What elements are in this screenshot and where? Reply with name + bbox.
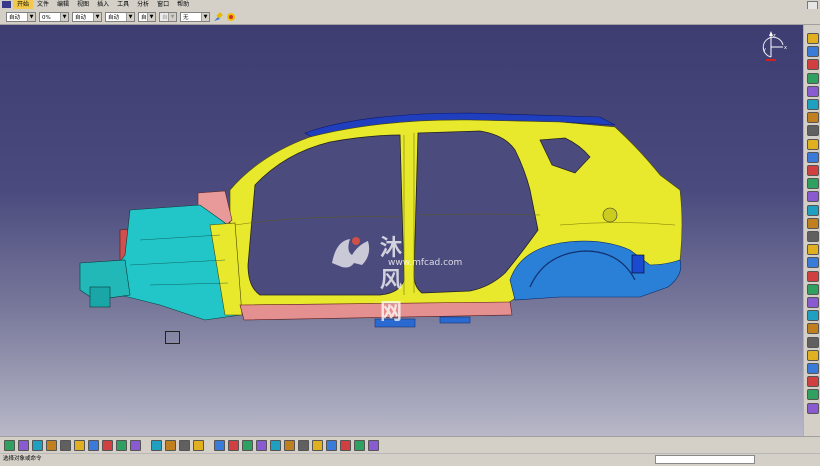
command-input[interactable]	[655, 455, 755, 464]
groove-icon[interactable]	[807, 85, 819, 97]
zoom-out-icon[interactable]	[270, 440, 281, 451]
graphic-properties-toolbar: 自动▼ 0%▼ 自动▼ 自动▼ 自动▼ 自动▼ 无▼	[0, 9, 820, 25]
rotate-icon[interactable]	[807, 270, 819, 282]
undo-icon[interactable]	[102, 440, 113, 451]
menu-view[interactable]: 视图	[73, 0, 93, 9]
translate-icon[interactable]	[807, 257, 819, 269]
rotate-view-icon[interactable]	[242, 440, 253, 451]
swap-icon[interactable]	[354, 440, 365, 451]
menu-tools[interactable]: 工具	[113, 0, 133, 9]
pocket-icon[interactable]	[807, 59, 819, 71]
hole-icon[interactable]	[807, 99, 819, 110]
chevron-down-icon: ▼	[27, 12, 35, 21]
chevron-down-icon: ▼	[126, 12, 134, 21]
paint-brush-icon[interactable]	[213, 11, 223, 22]
status-text: 选择对象或命令	[3, 456, 42, 462]
point-symbol-combo[interactable]: 自动▼	[138, 11, 156, 22]
measure-icon[interactable]	[807, 389, 819, 401]
open-icon[interactable]	[18, 440, 29, 451]
print-icon[interactable]	[46, 440, 57, 451]
fit-all-icon[interactable]	[214, 440, 225, 451]
paste-icon[interactable]	[88, 440, 99, 451]
cut-icon[interactable]	[60, 440, 71, 451]
layer-combo[interactable]: 无 ▼	[180, 11, 210, 22]
chevron-down-icon: ▼	[60, 12, 68, 21]
redo-icon[interactable]	[116, 440, 127, 451]
scale-icon[interactable]	[807, 310, 819, 322]
save-icon[interactable]	[32, 440, 43, 451]
transparency-combo[interactable]: 0% ▼	[39, 11, 69, 22]
3d-viewport[interactable]: 沐风网 www.mfcad.com	[0, 25, 803, 436]
pan-icon[interactable]	[228, 440, 239, 451]
hide-show-icon[interactable]	[340, 440, 351, 451]
shell-icon[interactable]	[807, 204, 819, 216]
shaft-icon[interactable]	[807, 72, 819, 84]
watermark-url: www.mfcad.com	[388, 258, 463, 268]
plane-icon[interactable]	[807, 349, 819, 361]
new-icon[interactable]	[4, 440, 15, 451]
status-bar: 选择对象或命令	[0, 453, 820, 466]
constraint-icon[interactable]	[807, 323, 819, 335]
comment-icon[interactable]	[165, 440, 176, 451]
line-thickness-combo[interactable]: 自动 ▼	[72, 11, 102, 22]
chevron-down-icon: ▼	[93, 12, 101, 21]
rendering-style-combo[interactable]: 自动▼	[159, 11, 177, 22]
formula-icon[interactable]	[151, 440, 162, 451]
menu-help[interactable]: 帮助	[173, 0, 193, 9]
compass-y-label: y	[763, 47, 766, 53]
render-icon[interactable]	[368, 440, 379, 451]
loft-icon[interactable]	[807, 151, 819, 163]
compass-widget[interactable]: z x y	[757, 27, 793, 65]
iso-view-icon[interactable]	[312, 440, 323, 451]
right-toolbar	[803, 25, 820, 436]
shading-icon[interactable]	[326, 440, 337, 451]
pattern-icon[interactable]	[807, 297, 819, 308]
copy-icon[interactable]	[74, 440, 85, 451]
bottom-toolbar	[0, 436, 820, 454]
fill-color-combo[interactable]: 自动 ▼	[6, 11, 36, 22]
rib-icon[interactable]	[807, 112, 819, 124]
compass-x-label: x	[784, 45, 787, 51]
menu-edit[interactable]: 编辑	[53, 0, 73, 9]
selection-cursor-box	[165, 331, 180, 344]
chevron-down-icon: ▼	[201, 12, 209, 21]
catalog-icon[interactable]	[179, 440, 190, 451]
chevron-down-icon: ▼	[147, 12, 155, 21]
help-icon[interactable]	[130, 440, 141, 451]
normal-view-icon[interactable]	[284, 440, 295, 451]
slot-icon[interactable]	[807, 125, 819, 137]
point-icon[interactable]	[807, 363, 819, 374]
multi-view-icon[interactable]	[298, 440, 309, 451]
menu-start[interactable]: 开始	[13, 0, 34, 9]
menu-window[interactable]: 窗口	[153, 0, 173, 9]
sketch-icon[interactable]	[807, 33, 819, 44]
mirror-icon[interactable]	[807, 283, 819, 295]
thickness-icon[interactable]	[807, 217, 819, 229]
watermark: 沐风网 www.mfcad.com	[328, 233, 462, 325]
compass-z-label: z	[773, 33, 776, 39]
axis-icon[interactable]	[807, 336, 819, 348]
menu-bar: 开始 文件 编辑 视图 插入 工具 分析 窗口 帮助	[0, 0, 820, 10]
menu-analyze[interactable]: 分析	[133, 0, 153, 9]
watermark-title: 沐风网	[380, 236, 404, 325]
line-type-combo[interactable]: 自动 ▼	[105, 11, 135, 22]
watermark-logo-icon	[332, 237, 370, 268]
chamfer-icon[interactable]	[807, 178, 819, 190]
stiffener-icon[interactable]	[807, 138, 819, 150]
thread-icon[interactable]	[807, 231, 819, 242]
chevron-down-icon: ▼	[168, 12, 176, 21]
boolean-icon[interactable]	[807, 244, 819, 256]
line-icon[interactable]	[807, 376, 819, 388]
pad-icon[interactable]	[807, 46, 819, 58]
graphic-properties-icon[interactable]	[226, 12, 236, 22]
fillet-icon[interactable]	[807, 165, 819, 176]
app-logo-icon	[2, 1, 11, 8]
draft-icon[interactable]	[807, 191, 819, 203]
hub-icon[interactable]	[193, 440, 204, 451]
menu-file[interactable]: 文件	[33, 0, 53, 9]
apply-material-icon[interactable]	[807, 402, 819, 414]
zoom-in-icon[interactable]	[256, 440, 267, 451]
menu-insert[interactable]: 插入	[93, 0, 113, 9]
